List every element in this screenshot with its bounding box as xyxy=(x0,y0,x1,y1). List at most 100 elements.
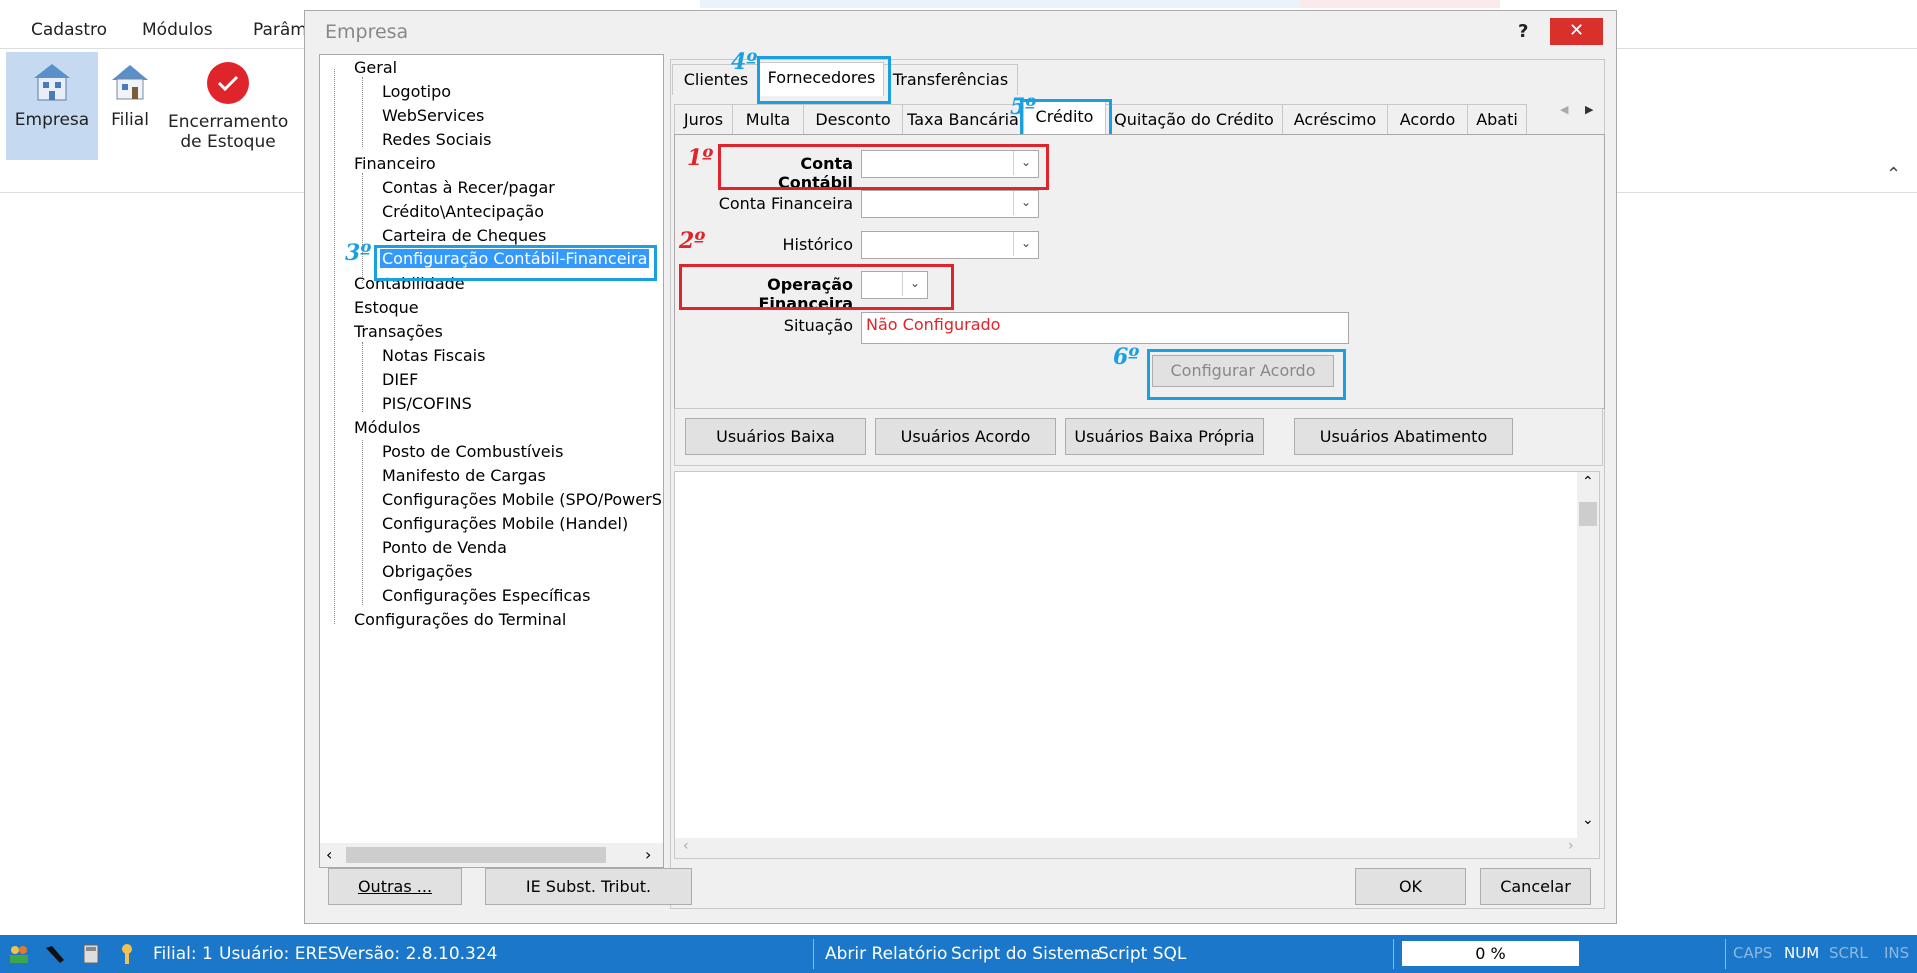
tree-item-config-terminal[interactable]: Configurações do Terminal xyxy=(354,610,566,629)
scroll-right-icon[interactable]: › xyxy=(1568,838,1574,854)
ribbon-encerramento-label-1: Encerramento xyxy=(168,112,289,132)
tree-item-notas-fiscais[interactable]: Notas Fiscais xyxy=(382,346,485,365)
menu-modulos[interactable]: Módulos xyxy=(142,20,213,40)
progress-bar: 0 % xyxy=(1402,941,1579,966)
tree-connector-transacoes xyxy=(362,342,363,412)
tree-item-logotipo[interactable]: Logotipo xyxy=(382,82,451,101)
annotation-box-6 xyxy=(1147,349,1346,400)
tab-scroll-right-icon[interactable]: ▶ xyxy=(1585,103,1593,116)
pen-icon xyxy=(46,946,64,963)
tab-multa[interactable]: Multa xyxy=(732,104,804,135)
tab-acordo[interactable]: Acordo xyxy=(1387,104,1468,135)
tree-item-posto[interactable]: Posto de Combustíveis xyxy=(382,442,563,461)
cancelar-button[interactable]: Cancelar xyxy=(1480,868,1591,905)
tab-transferencias[interactable]: Transferências xyxy=(883,64,1018,95)
chevron-down-icon[interactable]: ⌄ xyxy=(1013,232,1038,256)
tree-horizontal-scrollbar[interactable]: ‹ › xyxy=(320,843,663,867)
ribbon-encerramento-button[interactable]: Encerramento de Estoque xyxy=(168,52,288,160)
tree-item-mobile-handel[interactable]: Configurações Mobile (Handel) xyxy=(382,514,628,533)
scroll-left-icon[interactable]: ‹ xyxy=(683,838,689,854)
tab-acrescimo[interactable]: Acréscimo xyxy=(1282,104,1388,135)
tree-item-carteira[interactable]: Carteira de Cheques xyxy=(382,226,546,245)
tree-item-transacoes[interactable]: Transações xyxy=(354,322,443,341)
scrl-indicator: SCRL xyxy=(1829,944,1868,962)
scroll-thumb[interactable] xyxy=(346,847,606,863)
ribbon-empresa-button[interactable]: Empresa xyxy=(6,52,98,160)
annotation-step-2: 2º xyxy=(679,228,706,254)
vertical-scrollbar[interactable]: ⌃ ⌄ xyxy=(1577,472,1599,838)
users-list[interactable]: ⌃ ⌄ ‹ › xyxy=(674,471,1600,859)
caps-indicator: CAPS xyxy=(1733,944,1773,962)
tree-item-dief[interactable]: DIEF xyxy=(382,370,418,389)
status-versao: Versão: 2.8.10.324 xyxy=(337,944,498,964)
tab-abatimento[interactable]: Abati xyxy=(1467,104,1527,135)
tree-connector-geral xyxy=(362,77,363,147)
tree-item-ponto-venda[interactable]: Ponto de Venda xyxy=(382,538,507,557)
tab-juros[interactable]: Juros xyxy=(674,104,733,135)
conta-financeira-combo[interactable]: ⌄ xyxy=(861,190,1039,218)
title-strip xyxy=(700,0,1300,8)
tree-item-obrigacoes[interactable]: Obrigações xyxy=(382,562,473,581)
scroll-left-icon[interactable]: ‹ xyxy=(326,845,332,864)
chevron-up-icon[interactable]: ⌃ xyxy=(1582,474,1594,490)
tree-item-config-especificas[interactable]: Configurações Específicas xyxy=(382,586,590,605)
ins-indicator: INS xyxy=(1884,944,1910,962)
tree-item-financeiro[interactable]: Financeiro xyxy=(354,154,436,173)
horizontal-scrollbar[interactable]: ‹ › xyxy=(675,838,1599,858)
tree-item-credito[interactable]: Crédito\Antecipação xyxy=(382,202,544,221)
tree-item-pis-cofins[interactable]: PIS/COFINS xyxy=(382,394,472,413)
usuarios-baixa-button[interactable]: Usuários Baixa xyxy=(685,418,866,455)
annotation-step-1: 1º xyxy=(687,145,714,171)
usuarios-acordo-button[interactable]: Usuários Acordo xyxy=(875,418,1056,455)
status-filial: Filial: 1 xyxy=(153,944,213,964)
status-usuario: Usuário: ERES xyxy=(219,944,339,964)
tree-connector-modulos xyxy=(362,440,363,605)
help-button[interactable]: ? xyxy=(1518,21,1528,42)
menu-parametros[interactable]: Parâm xyxy=(253,20,307,40)
scroll-thumb[interactable] xyxy=(1579,502,1597,526)
chevron-down-icon[interactable]: ⌄ xyxy=(1013,191,1038,215)
annotation-step-6: 6º xyxy=(1113,344,1140,370)
tab-scroll-left-icon[interactable]: ◀ xyxy=(1560,103,1568,116)
tree-item-mobile-spo[interactable]: Configurações Mobile (SPO/PowerSa xyxy=(382,490,663,509)
ribbon-filial-label: Filial xyxy=(111,110,149,130)
building-icon xyxy=(34,64,70,101)
tree-item-redes-sociais[interactable]: Redes Sociais xyxy=(382,130,491,149)
tree-item-webservices[interactable]: WebServices xyxy=(382,106,484,125)
annotation-box-4 xyxy=(757,56,891,104)
outras-button[interactable]: Outras ... xyxy=(328,868,462,905)
close-button[interactable]: ✕ xyxy=(1550,18,1603,45)
scroll-right-icon[interactable]: › xyxy=(645,845,651,864)
script-sistema-link[interactable]: Script do Sistema xyxy=(951,944,1101,964)
chevron-down-icon[interactable]: ⌄ xyxy=(1582,812,1594,828)
collapse-ribbon-icon[interactable]: ⌃ xyxy=(1886,164,1901,185)
status-divider xyxy=(1393,939,1394,969)
tab-taxa-bancaria[interactable]: Taxa Bancária xyxy=(902,104,1024,135)
status-divider xyxy=(1725,939,1726,969)
tree-item-contas[interactable]: Contas à Recer/pagar xyxy=(382,178,555,197)
abrir-relatorio-link[interactable]: Abrir Relatório xyxy=(825,944,947,964)
ribbon-filial-button[interactable]: Filial xyxy=(102,52,158,160)
annotation-box-1 xyxy=(718,144,1049,190)
tree-item-manifesto[interactable]: Manifesto de Cargas xyxy=(382,466,546,485)
historico-combo[interactable]: ⌄ xyxy=(861,231,1039,259)
menu-cadastro[interactable]: Cadastro xyxy=(31,20,107,40)
annotation-step-4: 4º xyxy=(731,49,758,75)
tab-quitacao-credito[interactable]: Quitação do Crédito xyxy=(1105,104,1283,135)
annotation-step-3: 3º xyxy=(345,240,372,266)
usuarios-baixa-propria-button[interactable]: Usuários Baixa Própria xyxy=(1065,418,1264,455)
tree-item-modulos[interactable]: Módulos xyxy=(354,418,420,437)
annotation-box-3 xyxy=(374,245,657,281)
settings-tree: Geral Logotipo WebServices Redes Sociais… xyxy=(319,54,664,868)
usuarios-abatimento-button[interactable]: Usuários Abatimento xyxy=(1294,418,1513,455)
ie-subst-tribut-button[interactable]: IE Subst. Tribut. xyxy=(485,868,692,905)
tab-desconto[interactable]: Desconto xyxy=(803,104,903,135)
tree-item-estoque[interactable]: Estoque xyxy=(354,298,419,317)
users-icon xyxy=(10,946,28,963)
tree-item-geral[interactable]: Geral xyxy=(354,58,397,77)
ok-button[interactable]: OK xyxy=(1355,868,1466,905)
num-indicator: NUM xyxy=(1784,944,1820,962)
historico-label: Histórico xyxy=(782,235,853,254)
tree-connector-financeiro xyxy=(362,173,363,283)
script-sql-link[interactable]: Script SQL xyxy=(1098,944,1186,964)
